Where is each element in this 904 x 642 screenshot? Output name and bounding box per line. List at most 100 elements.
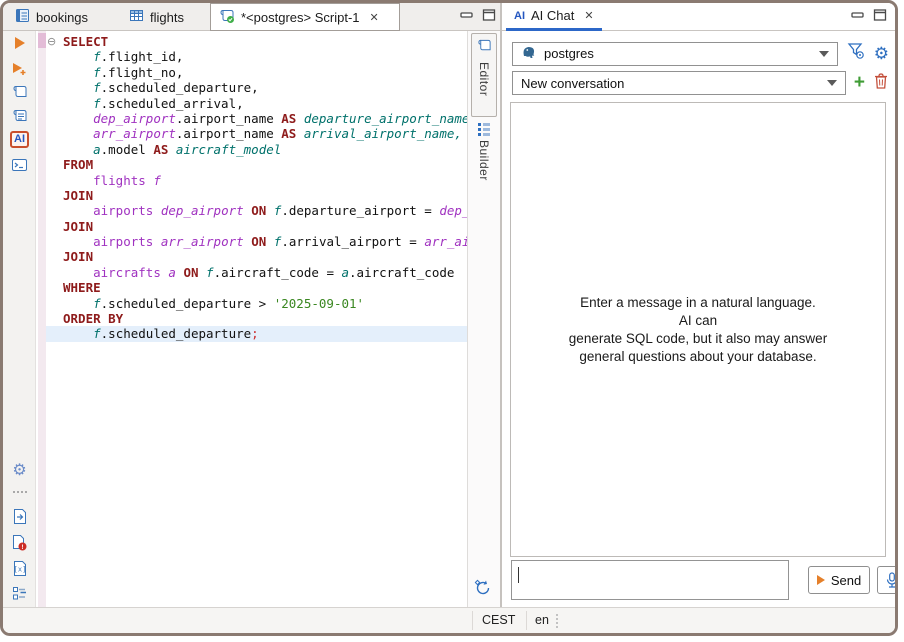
gear-icon: ⚙ (12, 463, 26, 479)
status-separator (526, 611, 527, 630)
app-window: bookings flights *<postgres> Script-1 ✕ (0, 0, 898, 636)
ai-tab-bar: AI AI Chat ✕ (502, 3, 895, 31)
code-line[interactable]: f.scheduled_departure; (46, 326, 467, 341)
conversation-value: New conversation (521, 76, 624, 91)
code-line[interactable]: dep_airport.airport_name AS departure_ai… (46, 111, 467, 126)
tab-ai-chat[interactable]: AI AI Chat ✕ (506, 3, 602, 31)
text-caret (518, 567, 519, 583)
ai-icon: AI (10, 131, 29, 148)
delete-conversation-button[interactable] (873, 72, 889, 95)
refresh-button[interactable] (473, 578, 493, 603)
tab-label: Builder (477, 140, 491, 181)
code-line[interactable]: f.scheduled_departure > '2025-09-01' (46, 296, 467, 311)
outline-icon (12, 586, 28, 601)
settings-button[interactable]: ⚙ (3, 463, 36, 479)
sql-console-button[interactable] (3, 158, 36, 172)
maximize-button[interactable] (482, 9, 496, 21)
refresh-icon (473, 578, 493, 598)
tab-script-active[interactable]: *<postgres> Script-1 ✕ (210, 3, 400, 31)
svg-text:[x]: [x] (13, 566, 26, 574)
table-icon (129, 8, 144, 26)
code-line[interactable]: f.scheduled_arrival, (46, 96, 467, 111)
code-line[interactable]: f.flight_id, (46, 49, 467, 64)
tab-builder-vertical[interactable]: Builder (471, 123, 497, 181)
script-icon (12, 84, 28, 100)
minimize-button[interactable] (460, 9, 474, 21)
execute-script-button[interactable] (3, 84, 36, 100)
tab-editor-vertical[interactable]: Editor (471, 33, 497, 117)
code-line[interactable]: f.scheduled_departure, (46, 80, 467, 95)
code-line[interactable]: ORDER BY (46, 311, 467, 326)
execute-new-tab-button[interactable] (3, 61, 36, 76)
play-plus-icon (11, 61, 28, 76)
send-button[interactable]: Send (808, 566, 870, 594)
script-check-icon (219, 8, 235, 27)
code-line[interactable]: arr_airport.airport_name AS arrival_airp… (46, 126, 467, 141)
ai-icon: AI (514, 10, 525, 22)
ai-assistant-button[interactable]: AI (3, 131, 36, 148)
code-line[interactable]: aircrafts a ON f.aircraft_code = a.aircr… (46, 265, 467, 280)
language-label[interactable]: en (535, 613, 549, 627)
document-arrow-icon (12, 508, 28, 525)
editor-side-tabs: Editor Builder (467, 31, 500, 607)
toolbar-separator (3, 491, 36, 493)
code-line[interactable]: FROM (46, 157, 467, 172)
maximize-button[interactable] (873, 9, 887, 21)
templates-button[interactable]: [x] (3, 560, 36, 577)
funnel-gear-icon (846, 41, 866, 61)
status-separator (472, 611, 473, 630)
execute-statement-button[interactable] (3, 37, 36, 49)
code-line[interactable]: JOIN (46, 249, 467, 264)
code-line[interactable]: WHERE (46, 280, 467, 295)
explain-plan-button[interactable] (3, 108, 36, 124)
document-error-icon: ! (11, 534, 28, 552)
code-line[interactable]: f.flight_no, (46, 65, 467, 80)
voice-input-button[interactable] (877, 566, 898, 594)
fold-minus-icon[interactable]: ⊖ (47, 34, 56, 49)
minimize-button[interactable] (851, 9, 865, 21)
plus-icon: + (854, 72, 865, 93)
sql-editor[interactable]: ⊖SELECT f.flight_id, f.flight_no, f.sche… (36, 31, 467, 607)
conversation-area: Enter a message in a natural language.AI… (510, 102, 886, 557)
script-icon (477, 38, 492, 58)
microphone-icon (885, 572, 899, 589)
report-icon (15, 8, 30, 26)
chevron-down-icon (819, 51, 829, 57)
message-input-row: Send (511, 560, 891, 600)
problems-button[interactable]: ! (3, 534, 36, 552)
code-line[interactable]: airports arr_airport ON f.arrival_airpor… (46, 234, 467, 249)
code-line[interactable]: ⊖SELECT (46, 34, 467, 49)
send-label: Send (831, 573, 861, 588)
code-line[interactable]: a.model AS aircraft_model (46, 142, 467, 157)
grip-dots[interactable] (556, 614, 558, 628)
connection-select[interactable]: postgres (512, 42, 838, 66)
editor-tab-bar: bookings flights *<postgres> Script-1 ✕ (3, 3, 500, 31)
close-icon[interactable]: ✕ (370, 11, 379, 24)
tab-bookings[interactable]: bookings (7, 3, 96, 31)
message-input[interactable] (511, 560, 789, 600)
new-conversation-button[interactable]: + (854, 75, 865, 91)
ai-settings-button[interactable]: ⚙ (874, 45, 889, 62)
code-line[interactable]: JOIN (46, 219, 467, 234)
connection-value: postgres (544, 46, 594, 61)
export-script-button[interactable] (3, 508, 36, 525)
console-icon (11, 158, 28, 172)
filter-connections-button[interactable] (846, 41, 866, 66)
builder-icon (478, 123, 490, 136)
annotation-ruler (38, 31, 46, 607)
tab-label: Editor (477, 62, 491, 96)
code-line[interactable]: JOIN (46, 188, 467, 203)
hint-text: Enter a message in a natural language.AI… (569, 294, 827, 366)
ai-chat-panel: AI AI Chat ✕ postgres (502, 3, 895, 607)
conversation-select[interactable]: New conversation (512, 71, 846, 95)
play-icon (15, 37, 25, 49)
code-line[interactable]: flights f (46, 173, 467, 188)
chevron-down-icon (827, 80, 837, 86)
tab-label: *<postgres> Script-1 (241, 10, 360, 25)
code-line[interactable]: airports dep_airport ON f.departure_airp… (46, 203, 467, 218)
close-icon[interactable]: ✕ (584, 9, 593, 22)
tab-flights[interactable]: flights (121, 3, 192, 31)
outline-button[interactable] (3, 586, 36, 601)
code-lines[interactable]: ⊖SELECT f.flight_id, f.flight_no, f.sche… (46, 34, 467, 607)
gear-icon: ⚙ (874, 44, 889, 63)
